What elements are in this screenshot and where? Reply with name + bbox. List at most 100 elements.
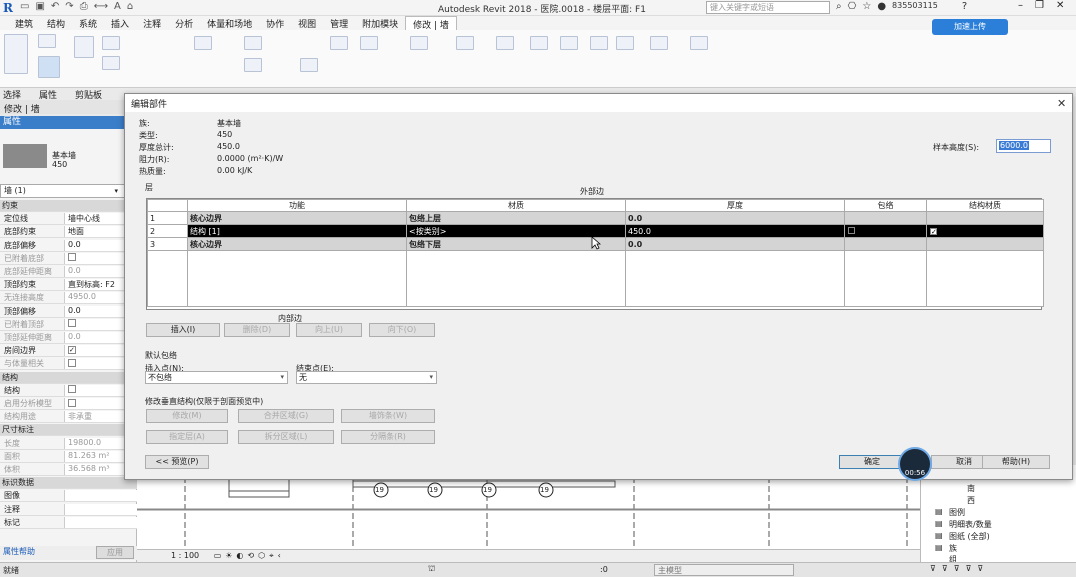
paste-icon[interactable] <box>74 36 94 58</box>
workset-icon[interactable]: ⛫ <box>428 564 435 574</box>
layer-structural-material[interactable] <box>926 211 1044 225</box>
print-icon[interactable]: ⎙ <box>80 1 88 15</box>
property-section[interactable]: 结构 <box>0 371 137 384</box>
pin-icon[interactable] <box>410 36 428 50</box>
properties-icon[interactable] <box>38 34 56 48</box>
property-value[interactable] <box>64 516 137 528</box>
property-checkbox[interactable]: ✓ <box>68 345 76 354</box>
user-icon[interactable]: ● <box>877 1 886 12</box>
instance-filter-dropdown[interactable]: 墙 (1) ▾ 编 <box>0 184 137 198</box>
ribbon-tab[interactable]: 注释 <box>136 16 168 30</box>
browser-item[interactable]: 南 <box>967 483 975 494</box>
browser-item[interactable]: 西 <box>967 495 975 506</box>
open-icon[interactable]: ▭ <box>20 1 29 15</box>
sample-height-input[interactable]: 6000.0 <box>996 139 1051 153</box>
ribbon-tab[interactable]: 附加模块 <box>355 16 405 30</box>
insert-layer-button[interactable]: 插入(I) <box>146 323 220 337</box>
ribbon-tab[interactable]: 插入 <box>104 16 136 30</box>
help-search-input[interactable]: 键入关键字或短语 <box>706 1 830 14</box>
property-value[interactable] <box>64 490 137 502</box>
layer-number[interactable]: 3 <box>147 237 188 251</box>
move-down-button[interactable]: 向下(O) <box>369 323 435 337</box>
redo-icon[interactable]: ↷ <box>65 1 73 15</box>
move-up-button[interactable]: 向上(U) <box>296 323 362 337</box>
browser-item[interactable]: 图例 <box>949 507 965 518</box>
sweeps-button[interactable]: 墙饰条(W) <box>341 409 435 423</box>
save-icon[interactable]: ▣ <box>35 1 44 15</box>
array-icon[interactable] <box>360 36 378 50</box>
layer-function[interactable]: 核心边界 <box>187 237 407 251</box>
layer-number[interactable]: 1 <box>147 211 188 225</box>
close-icon[interactable]: ✕ <box>1057 97 1066 110</box>
property-checkbox[interactable] <box>68 385 76 394</box>
ribbon-tab[interactable]: 修改 | 墙 <box>405 16 457 31</box>
ribbon-tab[interactable]: 管理 <box>323 16 355 30</box>
layer-row[interactable]: 1 核心边界 包络上层 0.0 <box>147 211 1044 225</box>
view-tool-icon[interactable] <box>456 36 474 50</box>
ribbon-tab[interactable]: 分析 <box>168 16 200 30</box>
undo-icon[interactable]: ↶ <box>51 1 59 15</box>
ribbon-tab[interactable]: 体量和场地 <box>200 16 259 30</box>
ribbon-tab[interactable]: 建筑 <box>8 16 40 30</box>
create-tool-icon[interactable] <box>530 36 548 50</box>
join-icon[interactable] <box>194 36 212 50</box>
ribbon-panel-label[interactable]: 属性 <box>39 88 57 101</box>
structural-material-checkbox[interactable]: ✓ <box>930 227 937 235</box>
move-icon[interactable] <box>244 58 262 72</box>
layer-material[interactable]: 包络上层 <box>406 211 626 225</box>
cut-icon[interactable] <box>102 36 120 50</box>
layer-number[interactable]: 2 <box>147 224 188 238</box>
user-id[interactable]: 835503115 <box>892 1 938 12</box>
text-icon[interactable]: A <box>114 1 121 15</box>
view-control-icons[interactable]: ▭☀◐⟲⬡⌖‹ <box>214 551 285 560</box>
wraps-checkbox[interactable] <box>848 226 855 234</box>
reset-profile-icon[interactable] <box>590 36 608 50</box>
layer-thickness[interactable]: 450.0 <box>625 224 845 238</box>
delete-layer-button[interactable]: 删除(D) <box>224 323 290 337</box>
layer-wraps[interactable] <box>844 237 927 251</box>
end-point-select[interactable]: 无 ▾ <box>296 371 437 384</box>
layer-function[interactable]: 结构 [1] <box>187 224 407 238</box>
selection-filter-icons[interactable]: ⊽⊽⊽⊽⊽ <box>930 564 989 573</box>
apply-button[interactable]: 应用 <box>96 546 134 559</box>
assign-layers-button[interactable]: 指定层(A) <box>146 430 228 444</box>
attach-top-base-icon[interactable] <box>650 36 668 50</box>
layer-wraps[interactable] <box>844 211 927 225</box>
ribbon-panel-label[interactable]: 选择 <box>3 88 21 101</box>
split-region-button[interactable]: 拆分区域(L) <box>238 430 334 444</box>
mirror-icon[interactable] <box>330 36 348 50</box>
restore-icon[interactable]: ❐ <box>1035 0 1044 11</box>
design-option-dropdown[interactable]: 主模型 <box>654 564 794 576</box>
help-button[interactable]: 帮助(H) <box>982 455 1050 469</box>
layer-structural-material[interactable]: ✓ <box>926 224 1044 238</box>
browser-item[interactable]: 明细表/数量 <box>949 519 992 530</box>
measure-tool-icon[interactable] <box>496 36 514 50</box>
wall-opening-icon[interactable] <box>616 36 634 50</box>
layer-thickness[interactable]: 0.0 <box>625 211 845 225</box>
ribbon-tab[interactable]: 系统 <box>72 16 104 30</box>
upload-button[interactable]: 加速上传 <box>932 19 1008 35</box>
insert-point-select[interactable]: 不包络 ▾ <box>145 371 288 384</box>
help-icon[interactable]: ? <box>962 1 967 12</box>
layer-thickness[interactable]: 0.0 <box>625 237 845 251</box>
property-value[interactable] <box>64 503 137 515</box>
layer-function[interactable]: 核心边界 <box>187 211 407 225</box>
layer-wraps[interactable] <box>844 224 927 238</box>
property-section[interactable]: 标识数据 <box>0 477 137 490</box>
ok-button[interactable]: 确定 <box>839 455 905 469</box>
type-properties-icon[interactable] <box>38 56 60 78</box>
rotate-icon[interactable] <box>300 58 318 72</box>
detach-top-base-icon[interactable] <box>690 36 708 50</box>
view-scale[interactable]: 1 : 100 <box>171 551 199 560</box>
align-icon[interactable] <box>244 36 262 50</box>
browser-item[interactable]: 图纸 (全部) <box>949 531 990 542</box>
layer-structural-material[interactable] <box>926 237 1044 251</box>
modify-tool-icon[interactable] <box>4 34 28 74</box>
merge-regions-button[interactable]: 合并区域(G) <box>238 409 334 423</box>
browser-item[interactable]: 族 <box>949 543 957 554</box>
property-section[interactable]: 尺寸标注 <box>0 424 137 437</box>
ribbon-tab[interactable]: 视图 <box>291 16 323 30</box>
ribbon-tab[interactable]: 结构 <box>40 16 72 30</box>
reveals-button[interactable]: 分隔条(R) <box>341 430 435 444</box>
preview-button[interactable]: << 预览(P) <box>145 455 209 469</box>
